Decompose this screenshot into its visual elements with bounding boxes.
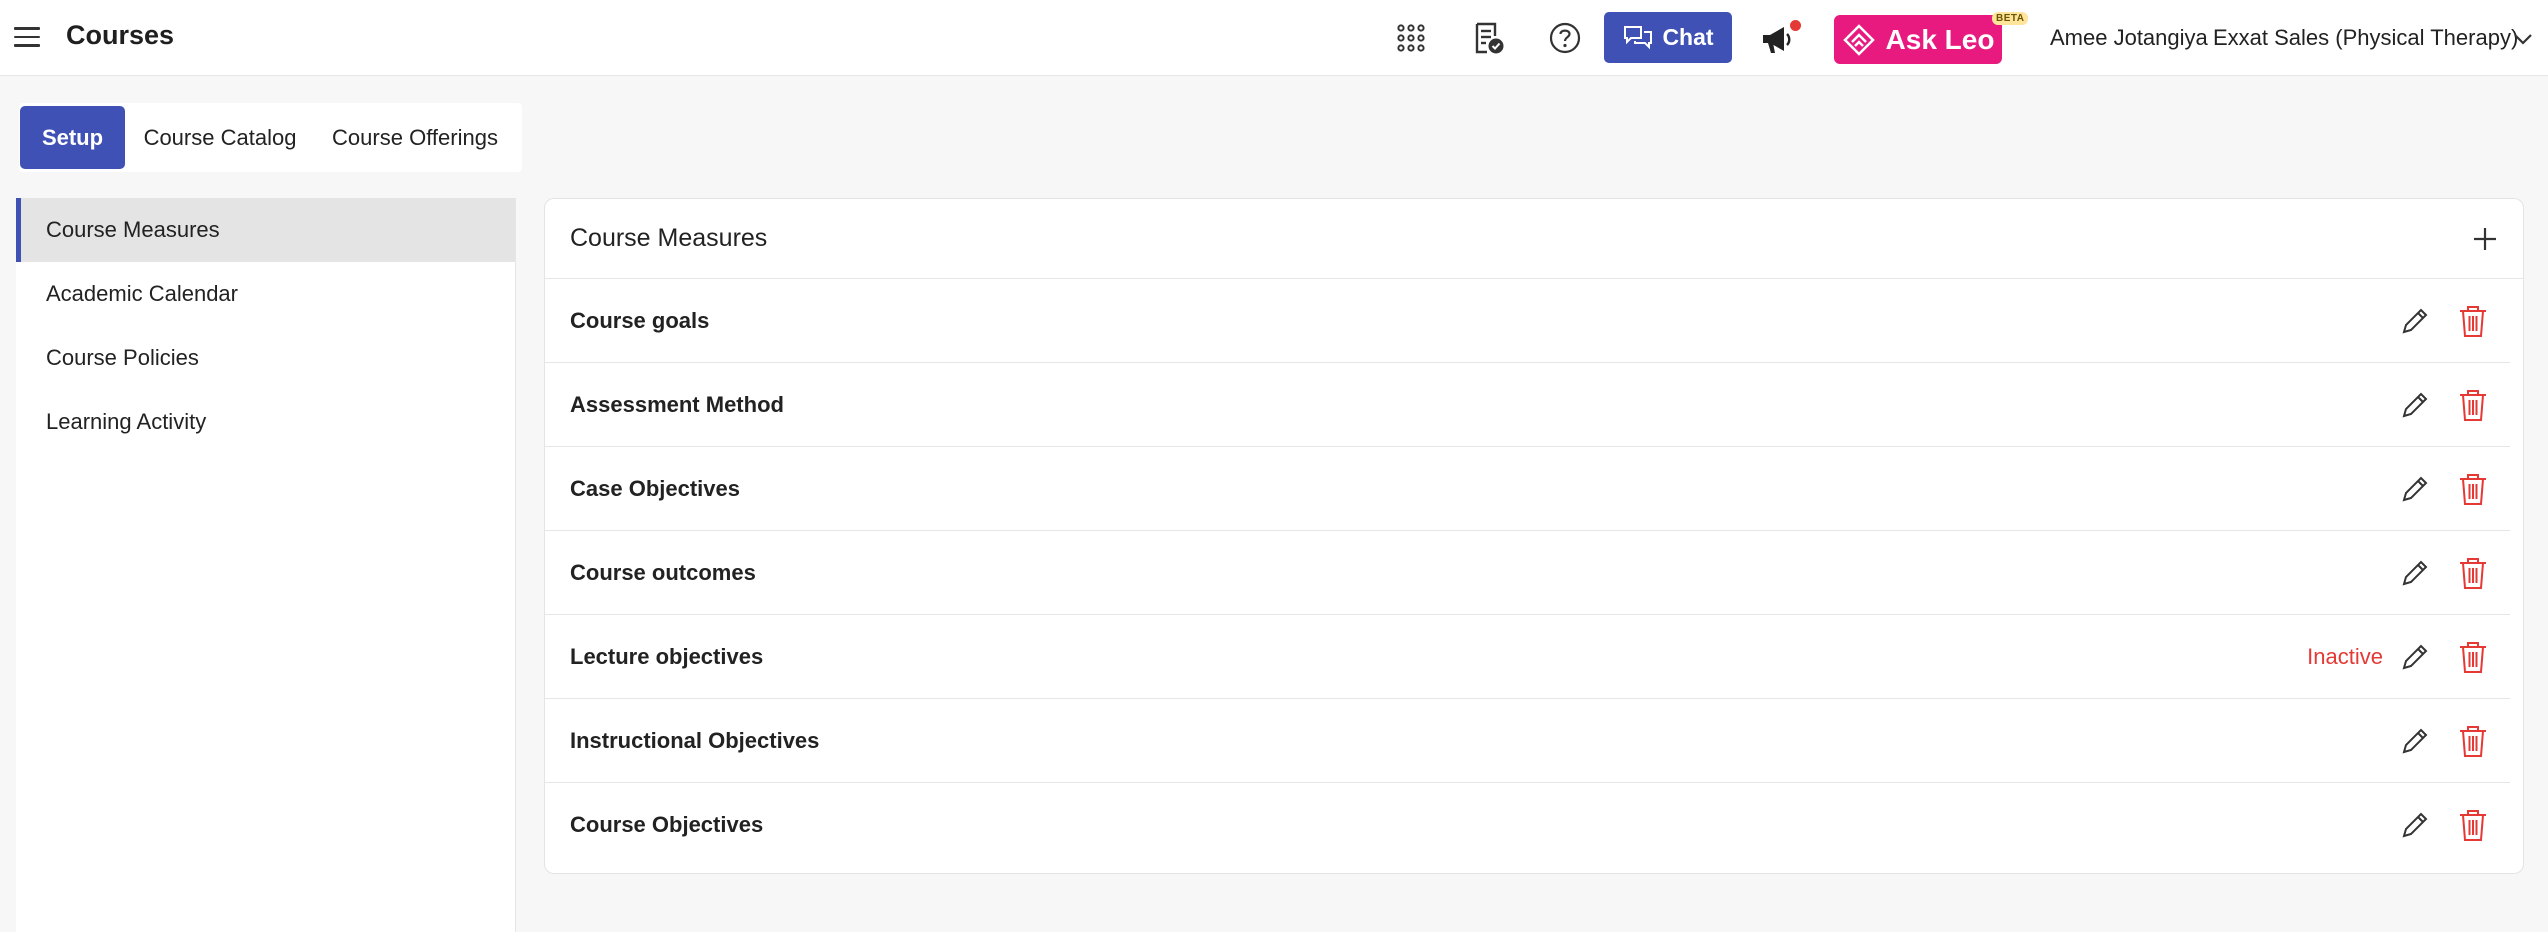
checklist-icon[interactable]	[1470, 20, 1506, 56]
list-item: Assessment Method	[545, 363, 2510, 447]
notification-dot	[1790, 20, 1801, 31]
chat-icon	[1624, 25, 1653, 49]
list-item: Course goals	[545, 279, 2510, 363]
tab-course-catalog[interactable]: Course Catalog	[125, 106, 315, 169]
measure-label: Instructional Objectives	[570, 727, 820, 753]
trash-icon[interactable]	[2456, 303, 2490, 339]
edit-icon[interactable]	[2398, 724, 2432, 758]
list-item: Course Objectives	[545, 783, 2510, 867]
chevron-down-icon[interactable]	[2510, 26, 2536, 52]
chat-button-label: Chat	[1662, 24, 1714, 50]
edit-icon[interactable]	[2398, 472, 2432, 506]
tab-course-offerings[interactable]: Course Offerings	[315, 106, 515, 169]
list-item: Lecture objectives Inactive	[545, 615, 2510, 699]
trash-icon[interactable]	[2456, 723, 2490, 759]
trash-icon[interactable]	[2456, 387, 2490, 423]
trash-icon[interactable]	[2456, 471, 2490, 507]
edit-icon[interactable]	[2398, 304, 2432, 338]
sidebar-item-course-policies[interactable]: Course Policies	[16, 326, 515, 390]
status-badge: Inactive	[2307, 643, 2383, 669]
tab-setup[interactable]: Setup	[20, 106, 125, 169]
course-measures-card: Course Measures Course goals Assessment …	[544, 198, 2524, 874]
course-tabs: Setup Course Catalog Course Offerings	[19, 103, 522, 172]
measure-label: Course outcomes	[570, 559, 756, 585]
measures-list: Course goals Assessment Method Case Obje…	[545, 279, 2523, 867]
list-item: Instructional Objectives	[545, 699, 2510, 783]
sidebar-item-learning-activity[interactable]: Learning Activity	[16, 390, 515, 454]
list-item: Case Objectives	[545, 447, 2510, 531]
measure-label: Assessment Method	[570, 391, 784, 417]
list-item: Course outcomes	[545, 531, 2510, 615]
ask-leo-label: Ask Leo	[1885, 23, 1995, 55]
edit-icon[interactable]	[2398, 640, 2432, 674]
page-title: Courses	[66, 20, 175, 50]
trash-icon[interactable]	[2456, 639, 2490, 675]
help-icon[interactable]	[1547, 20, 1583, 56]
ask-leo-button[interactable]: Ask Leo	[1834, 15, 2002, 64]
menu-icon[interactable]	[14, 22, 44, 52]
sidebar-item-course-measures[interactable]: Course Measures	[16, 198, 515, 262]
setup-sidebar: Course Measures Academic Calendar Course…	[16, 198, 516, 932]
measure-label: Course goals	[570, 307, 710, 333]
chat-button[interactable]: Chat	[1604, 12, 1732, 63]
top-header: Courses Chat Ask Leo BETA Amee Jotangiya…	[0, 0, 2548, 76]
card-title: Course Measures	[570, 224, 768, 252]
edit-icon[interactable]	[2398, 388, 2432, 422]
sidebar-item-academic-calendar[interactable]: Academic Calendar	[16, 262, 515, 326]
apps-grid-icon[interactable]	[1393, 20, 1429, 56]
add-icon[interactable]	[2469, 223, 2501, 255]
beta-badge: BETA	[1992, 12, 2029, 25]
card-header: Course Measures	[545, 199, 2523, 279]
edit-icon[interactable]	[2398, 556, 2432, 590]
user-name: Amee Jotangiya	[2050, 25, 2208, 50]
trash-icon[interactable]	[2456, 807, 2490, 843]
trash-icon[interactable]	[2456, 555, 2490, 591]
measure-label: Lecture objectives	[570, 643, 764, 669]
leo-logo-icon	[1842, 23, 1875, 56]
measure-label: Course Objectives	[570, 812, 764, 837]
edit-icon[interactable]	[2398, 808, 2432, 842]
organization-selector[interactable]: Exxat Sales (Physical Therapy)	[2213, 25, 2518, 51]
measure-label: Case Objectives	[570, 475, 740, 501]
